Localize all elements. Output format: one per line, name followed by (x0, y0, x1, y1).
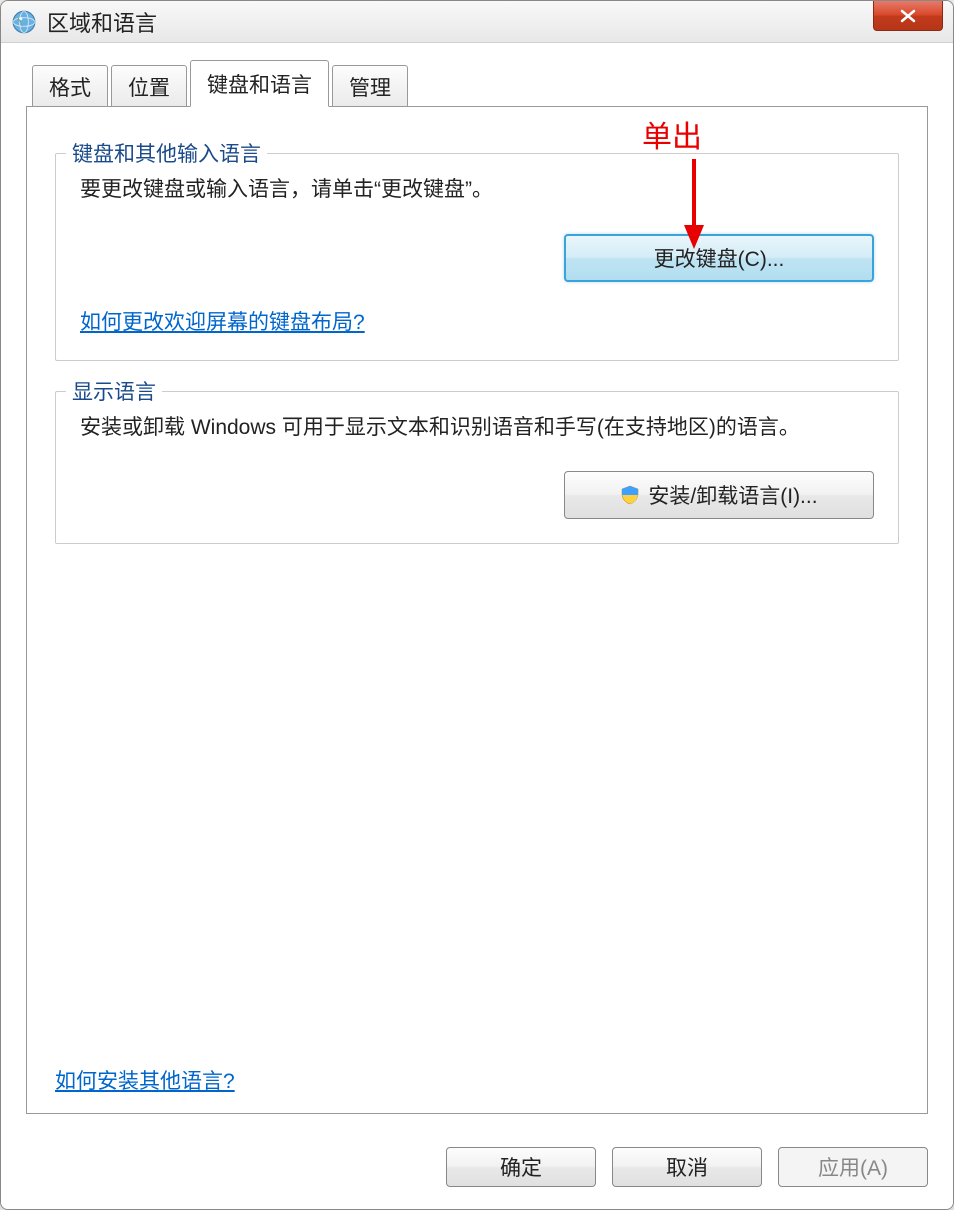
tab-format[interactable]: 格式 (32, 65, 108, 107)
globe-icon (11, 9, 37, 35)
tab-keyboard-language[interactable]: 键盘和语言 (190, 60, 329, 107)
tab-panel: 单出 键盘和其他输入语言 要更改键盘或输入语言，请单击“更改键盘”。 更改键盘(… (26, 106, 928, 1114)
dialog-button-bar: 确定 取消 应用(A) (1, 1129, 953, 1209)
group-display-legend: 显示语言 (66, 376, 162, 406)
keyboard-desc-text: 要更改键盘或输入语言，请单击“更改键盘”。 (80, 174, 874, 206)
tab-strip: 格式 位置 键盘和语言 管理 (26, 68, 928, 106)
group-keyboard-legend: 键盘和其他输入语言 (66, 138, 267, 168)
annotation-arrow-icon (682, 159, 706, 249)
content-area: 格式 位置 键盘和语言 管理 单出 键盘和其他输入语言 要更改键盘或输入语言，请… (1, 43, 953, 1129)
titlebar: 区域和语言 (1, 1, 953, 43)
group-display-language: 显示语言 安装或卸载 Windows 可用于显示文本和识别语音和手写(在支持地区… (55, 391, 899, 545)
shield-icon (620, 485, 640, 505)
display-lang-desc-text: 安装或卸载 Windows 可用于显示文本和识别语音和手写(在支持地区)的语言。 (80, 412, 874, 444)
close-icon (899, 9, 917, 23)
tab-location[interactable]: 位置 (111, 65, 187, 107)
install-uninstall-language-button[interactable]: 安装/卸载语言(I)... (564, 471, 874, 519)
ok-button[interactable]: 确定 (446, 1147, 596, 1187)
region-language-dialog: 区域和语言 格式 位置 键盘和语言 管理 单出 键盘和其他输入语言 要更改键盘或… (0, 0, 954, 1210)
close-button[interactable] (873, 1, 943, 31)
tab-admin[interactable]: 管理 (332, 65, 408, 107)
change-keyboard-button[interactable]: 更改键盘(C)... (564, 234, 874, 282)
apply-button[interactable]: 应用(A) (778, 1147, 928, 1187)
group-keyboard-input: 键盘和其他输入语言 要更改键盘或输入语言，请单击“更改键盘”。 更改键盘(C).… (55, 153, 899, 361)
annotation-label: 单出 (642, 112, 702, 156)
cancel-button[interactable]: 取消 (612, 1147, 762, 1187)
window-title: 区域和语言 (47, 6, 157, 38)
welcome-screen-layout-link[interactable]: 如何更改欢迎屏幕的键盘布局? (80, 306, 365, 336)
install-uninstall-label: 安装/卸载语言(I)... (648, 480, 817, 510)
how-to-install-languages-link[interactable]: 如何安装其他语言? (55, 1065, 235, 1095)
